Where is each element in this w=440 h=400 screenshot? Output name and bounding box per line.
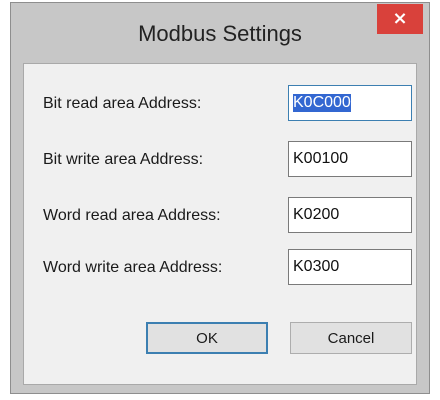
ok-button[interactable]: OK — [146, 322, 268, 354]
dialog-body: Bit read area Address: Bit write area Ad… — [23, 63, 417, 385]
bit-write-address-input[interactable] — [288, 141, 412, 177]
bit-read-address-input[interactable] — [288, 85, 412, 121]
dialog-title: Modbus Settings — [138, 21, 302, 46]
bit-read-address-label: Bit read area Address: — [43, 95, 202, 112]
word-write-address-label: Word write area Address: — [43, 259, 223, 276]
bit-write-address-label: Bit write area Address: — [43, 151, 204, 168]
word-write-address-input[interactable] — [288, 249, 412, 285]
cancel-button[interactable]: Cancel — [290, 322, 412, 354]
modbus-settings-dialog: Modbus Settings × Bit read area Address:… — [10, 2, 430, 394]
word-read-address-label: Word read area Address: — [43, 207, 221, 224]
close-icon: × — [392, 8, 408, 29]
close-button[interactable]: × — [377, 4, 423, 34]
title-bar[interactable]: Modbus Settings × — [11, 3, 429, 63]
word-read-address-input[interactable] — [288, 197, 412, 233]
